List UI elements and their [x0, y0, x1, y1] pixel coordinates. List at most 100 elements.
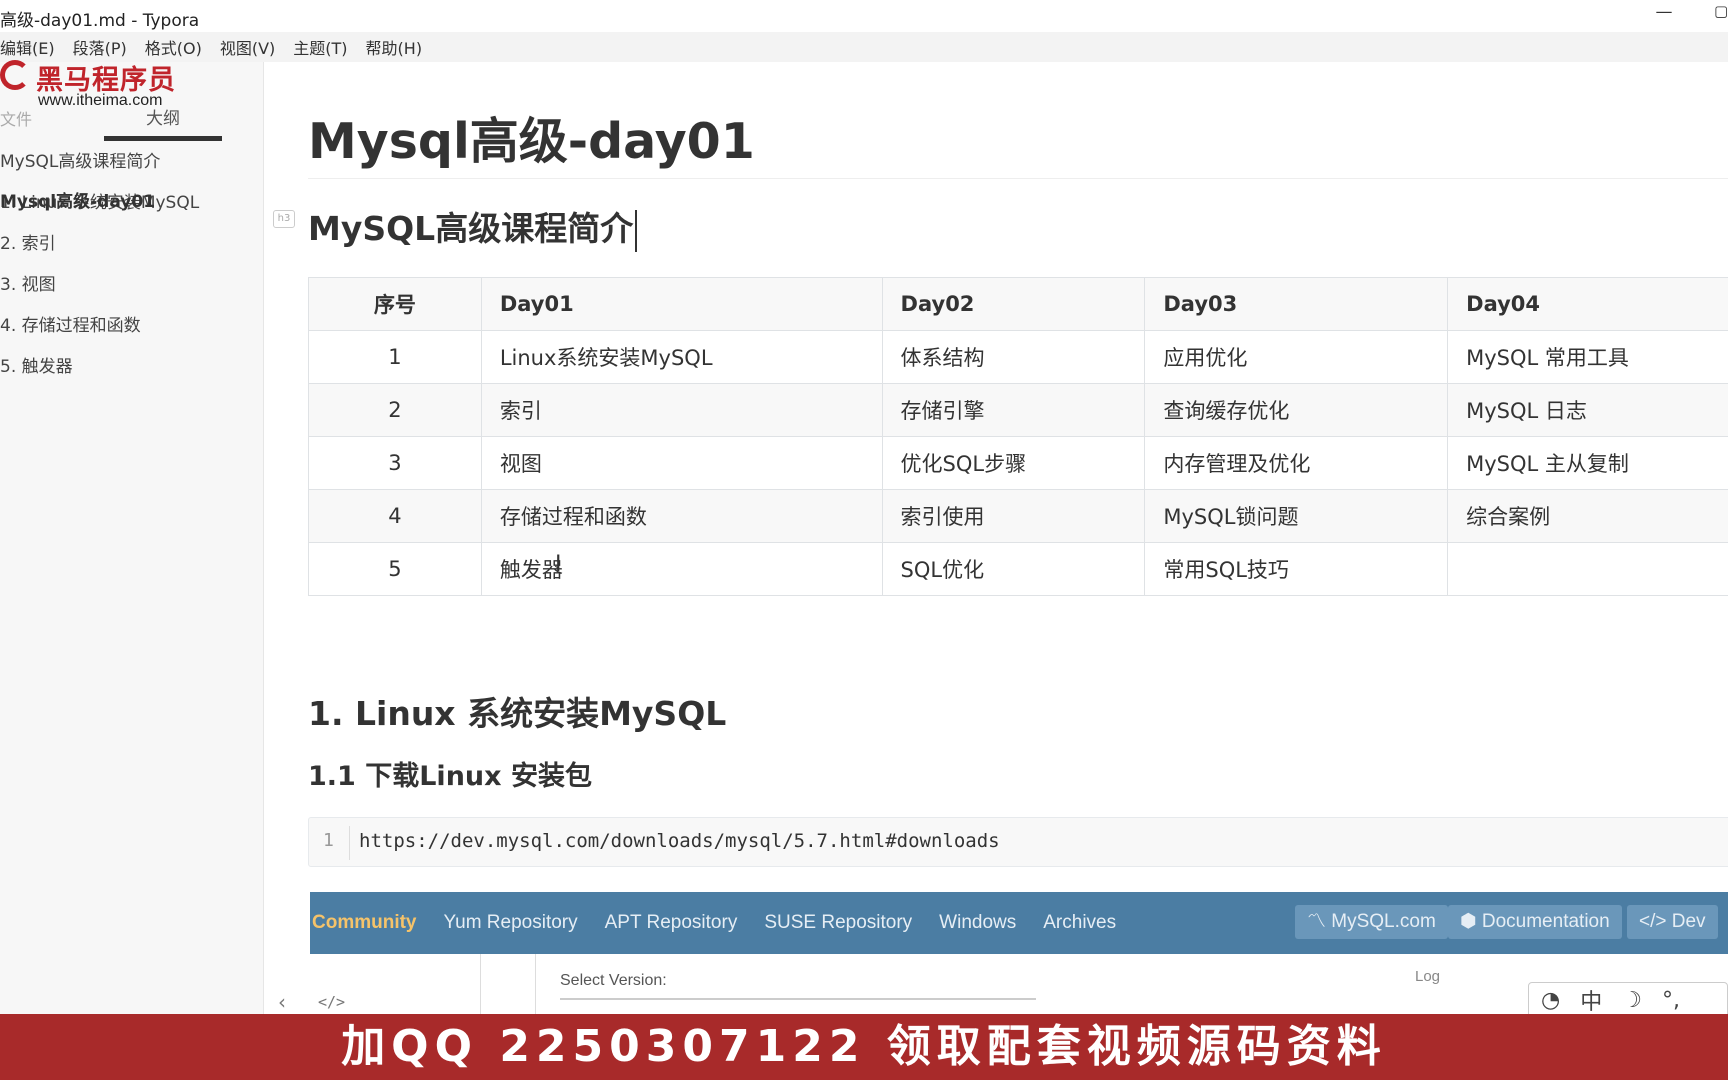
pill-mysql-com: 〽 MySQL.com [1295, 905, 1448, 939]
table-row: 5 触发器 SQL优化 常用SQL技巧 [308, 542, 1728, 596]
table-cell[interactable]: 索引 [480, 383, 883, 437]
outline-item-procedure[interactable]: 4. 存储过程和函数 [0, 306, 264, 347]
outline-item-intro[interactable]: MySQL高级课程简介 [0, 142, 264, 183]
ime-moon-icon[interactable]: ☽ [1622, 988, 1642, 1013]
table-cell[interactable]: 常用SQL技巧 [1144, 542, 1449, 596]
outline-list: Mysql高级-day01 MySQL高级课程简介 1. Linux 系统安装M… [0, 142, 264, 388]
nav-suse: SUSE Repository [764, 912, 913, 933]
code-icon: </> [1639, 911, 1672, 932]
column-divider [480, 954, 481, 1014]
heading-course-intro[interactable]: MySQL高级课程简介 [308, 202, 638, 252]
heading-level-marker: h3 [273, 210, 295, 228]
pill-documentation: ⬢ Documentation [1448, 905, 1622, 939]
table-cell[interactable]: MySQL 常用工具 [1447, 330, 1728, 384]
table-row: 2 索引 存储引擎 查询缓存优化 MySQL 日志 [308, 383, 1728, 437]
outline-item-view[interactable]: 3. 视图 [0, 265, 264, 306]
table-cell[interactable]: 存储过程和函数 [480, 489, 883, 543]
table-cell[interactable]: 5 [308, 542, 482, 596]
pill-documentation-label: Documentation [1481, 911, 1610, 932]
table-cell[interactable]: MySQL 日志 [1447, 383, 1728, 437]
nav-community: Community [312, 912, 417, 933]
table-cell[interactable]: 1 [308, 330, 482, 384]
menu-view[interactable]: 视图(V) [220, 35, 275, 59]
table-cell[interactable]: 触发器 [480, 542, 883, 596]
table-cell[interactable]: MySQL 主从复制 [1447, 436, 1728, 490]
menu-edit[interactable]: 编辑(E) [0, 35, 55, 59]
mysql-site-nav: Community Yum Repository APT Repository … [310, 892, 1728, 954]
table-cell[interactable]: 优化SQL步骤 [881, 436, 1146, 490]
course-table: 序号 Day01 Day02 Day03 Day04 1 Linux系统安装My… [308, 277, 1728, 596]
table-cell[interactable] [1447, 542, 1728, 596]
brand-logo-icon [0, 60, 30, 90]
heading-course-intro-text: MySQL高级课程简介 [308, 209, 634, 248]
docs-icon: ⬢ [1460, 911, 1482, 932]
select-version-box [560, 998, 1036, 1014]
menu-theme[interactable]: 主题(T) [293, 35, 347, 59]
table-header[interactable]: Day02 [881, 277, 1146, 331]
code-block[interactable]: 1 https://dev.mysql.com/downloads/mysql/… [308, 817, 1728, 867]
ime-status-icon[interactable]: ◔ [1541, 988, 1560, 1013]
mouse-ibeam-cursor: I [555, 552, 562, 577]
login-text: Log [1415, 968, 1441, 985]
outline-item-title[interactable]: Mysql高级-day01 [0, 182, 155, 223]
table-row: 4 存储过程和函数 索引使用 MySQL锁问题 综合案例 [308, 489, 1728, 543]
column-divider [535, 954, 536, 1014]
nav-apt: APT Repository [604, 912, 738, 933]
menu-format[interactable]: 格式(O) [145, 35, 202, 59]
table-header[interactable]: Day04 [1447, 277, 1728, 331]
sidebar: 文件 大纲 Mysql高级-day01 MySQL高级课程简介 1. Linux… [0, 62, 264, 1014]
minimize-button[interactable]: — [1652, 2, 1676, 28]
table-cell[interactable]: 内存管理及优化 [1144, 436, 1449, 490]
table-cell[interactable]: 应用优化 [1144, 330, 1449, 384]
outline-item-index[interactable]: 2. 索引 [0, 224, 264, 265]
nav-archives: Archives [1043, 912, 1117, 933]
table-cell[interactable]: 存储引擎 [881, 383, 1146, 437]
ime-chinese-mode[interactable]: 中 [1580, 984, 1602, 1016]
pill-dev: </> Dev [1627, 905, 1718, 939]
text-caret [635, 209, 638, 252]
table-cell[interactable]: SQL优化 [881, 542, 1146, 596]
title-divider [308, 178, 1728, 179]
source-mode-icon[interactable]: </> [318, 993, 345, 1011]
title-bar: 高级-day01.md - Typora — ▢ [0, 0, 1728, 32]
heading-linux-install[interactable]: 1. Linux 系统安装MySQL [308, 687, 726, 735]
promo-banner: 加QQ 2250307122 领取配套视频源码资料 [0, 1014, 1728, 1080]
menu-bar: 编辑(E) 段落(P) 格式(O) 视图(V) 主题(T) 帮助(H) [0, 32, 1728, 62]
table-cell[interactable]: 体系结构 [881, 330, 1146, 384]
toggle-sidebar-icon[interactable]: ‹ [278, 990, 286, 1014]
table-cell[interactable]: 3 [308, 436, 482, 490]
table-cell[interactable]: 4 [308, 489, 482, 543]
table-cell[interactable]: 查询缓存优化 [1144, 383, 1449, 437]
heading-download-package[interactable]: 1.1 下载Linux 安装包 [308, 754, 592, 793]
table-row: 1 Linux系统安装MySQL 体系结构 应用优化 MySQL 常用工具 [308, 330, 1728, 384]
embedded-screenshot: Community Yum Repository APT Repository … [310, 892, 1728, 1014]
ime-punctuation-icon[interactable]: °, [1662, 988, 1680, 1013]
editor-pane[interactable]: Mysql高级-day01 h3 MySQL高级课程简介 序号 Day01 Da… [265, 62, 1728, 1014]
mysql-site-body: Select Version: Log [310, 954, 1728, 1014]
nav-yum: Yum Repository [443, 912, 578, 933]
promo-banner-text: 加QQ 2250307122 领取配套视频源码资料 [341, 1021, 1387, 1072]
doc-title: Mysql高级-day01 [308, 113, 755, 170]
ime-toolbar: ◔ 中 ☽ °, [1528, 982, 1728, 1018]
table-cell[interactable]: MySQL锁问题 [1144, 489, 1449, 543]
table-header[interactable]: Day01 [480, 277, 883, 331]
table-cell[interactable]: 2 [308, 383, 482, 437]
pill-mysql-com-label: MySQL.com [1331, 911, 1436, 932]
mysql-dolphin-icon: 〽 [1307, 911, 1332, 932]
brand-watermark: 黑马程序员 www.itheima.com [0, 58, 200, 118]
table-cell[interactable]: 视图 [480, 436, 883, 490]
code-line[interactable]: https://dev.mysql.com/downloads/mysql/5.… [359, 830, 1000, 852]
table-cell[interactable]: 综合案例 [1447, 489, 1728, 543]
menu-help[interactable]: 帮助(H) [366, 35, 423, 59]
menu-paragraph[interactable]: 段落(P) [73, 35, 127, 59]
code-gutter-divider [349, 826, 350, 860]
code-line-number: 1 [323, 830, 334, 851]
nav-windows: Windows [939, 912, 1017, 933]
outline-item-trigger[interactable]: 5. 触发器 [0, 347, 264, 388]
table-header[interactable]: 序号 [308, 277, 482, 331]
maximize-button[interactable]: ▢ [1714, 2, 1728, 28]
table-cell[interactable]: Linux系统安装MySQL [480, 330, 883, 384]
table-cell[interactable]: 索引使用 [881, 489, 1146, 543]
table-header-row: 序号 Day01 Day02 Day03 Day04 [308, 277, 1728, 331]
table-header[interactable]: Day03 [1144, 277, 1449, 331]
